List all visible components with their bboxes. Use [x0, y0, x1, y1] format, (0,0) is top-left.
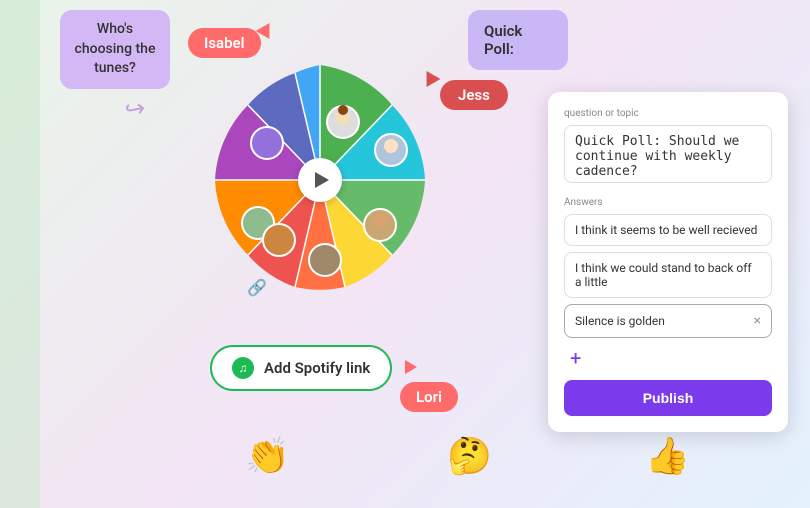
lori-name: Lori	[416, 388, 442, 406]
answers-label: Answers	[564, 197, 772, 208]
play-icon	[315, 172, 329, 188]
question-input[interactable]: Quick Poll: Should we continue with week…	[564, 125, 772, 183]
thumb-emoji: 👍	[645, 435, 690, 477]
answer-item-2: I think we could stand to back off a lit…	[564, 252, 772, 298]
play-button[interactable]	[298, 158, 342, 202]
quick-poll-text: Quick Poll:	[484, 22, 522, 58]
jess-label: Jess	[440, 80, 508, 110]
spotify-arrow-icon	[405, 360, 417, 374]
thumb-emoji-char: 👍	[645, 435, 690, 477]
add-answer-button[interactable]: +	[564, 344, 587, 372]
whos-choosing-text: Who's choosing the tunes?	[75, 21, 156, 76]
answer-item-1: I think it seems to be well recieved	[564, 214, 772, 246]
answer-text-3: Silence is golden	[575, 314, 665, 328]
whos-choosing-bubble: Who's choosing the tunes?	[60, 10, 170, 89]
spin-wheel[interactable]: 🔗	[195, 55, 445, 305]
think-emoji: 🤔	[447, 435, 492, 477]
answer-item-3: Silence is golden ×	[564, 304, 772, 338]
answer-text-2: I think we could stand to back off a lit…	[575, 261, 761, 289]
publish-button[interactable]: Publish	[564, 380, 772, 416]
svg-text:🔗: 🔗	[247, 278, 267, 297]
spotify-label: Add Spotify link	[264, 359, 370, 377]
jess-name: Jess	[458, 86, 490, 104]
question-label: Question or topic	[564, 108, 772, 119]
left-accent	[0, 0, 40, 508]
isabel-name: Isabel	[204, 34, 245, 52]
clap-emoji-char: 👏	[245, 435, 290, 477]
think-emoji-char: 🤔	[447, 435, 492, 477]
quick-poll-bubble: Quick Poll:	[468, 10, 568, 70]
spotify-icon: ♫	[232, 357, 254, 379]
poll-panel: Question or topic Quick Poll: Should we …	[548, 92, 788, 432]
clap-emoji: 👏	[245, 435, 290, 477]
spotify-button[interactable]: ♫ Add Spotify link	[210, 345, 392, 391]
isabel-label: Isabel	[188, 28, 261, 58]
lori-label: Lori	[400, 382, 458, 412]
answer-text-1: I think it seems to be well recieved	[575, 223, 757, 237]
remove-answer-3-button[interactable]: ×	[754, 313, 761, 329]
